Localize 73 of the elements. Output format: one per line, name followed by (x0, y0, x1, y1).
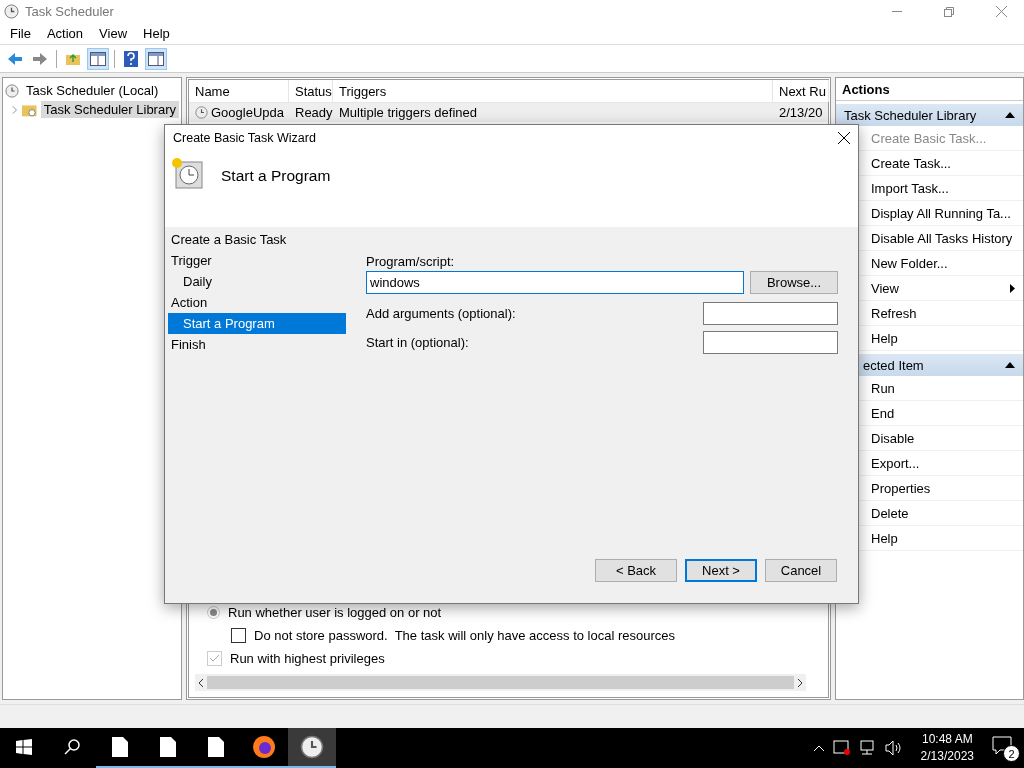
option-label: Do not store password. The task will only have access to local resources (254, 628, 675, 643)
clock-date: 2/13/2023 (920, 748, 974, 765)
table-cell[interactable]: 2/13/20 (773, 105, 829, 120)
dialog-button[interactable]: Cancel (765, 559, 837, 582)
clock-app-icon (300, 735, 324, 759)
chevron-up-icon[interactable] (812, 744, 825, 752)
windows-logo-icon[interactable] (16, 739, 32, 755)
notification-icon[interactable] (992, 736, 1012, 756)
browse-button[interactable]: Browse... (750, 271, 838, 294)
checkmark-icon (209, 654, 220, 663)
submenu-arrow-icon (1010, 283, 1015, 293)
wizard-step[interactable]: Trigger (168, 250, 346, 271)
tree-item[interactable]: Task Scheduler (Local) (23, 82, 162, 99)
document-icon (112, 737, 128, 757)
horizontal-scrollbar[interactable] (195, 674, 806, 691)
app-icon (4, 4, 19, 19)
collapse-arrow-icon[interactable] (1005, 362, 1015, 368)
clock-icon (5, 83, 19, 98)
wizard-step[interactable]: Start a Program (168, 313, 346, 334)
field-label: Program/script: (366, 252, 456, 271)
menu-item[interactable]: View (91, 26, 136, 41)
option-label: Run with highest privileges (230, 651, 385, 666)
task-icon (195, 106, 208, 119)
table-cell[interactable]: GoogleUpda (189, 105, 289, 120)
network-icon[interactable] (858, 740, 877, 756)
column-header[interactable]: Name (189, 80, 289, 102)
toolbar-button[interactable] (145, 47, 167, 70)
input-field[interactable] (703, 331, 838, 354)
toolbar-button[interactable] (87, 47, 109, 70)
field-label: Add arguments (optional): (366, 305, 516, 323)
document-icon (160, 737, 176, 757)
folder-icon (22, 102, 37, 117)
window-title: Task Scheduler (25, 4, 115, 19)
speaker-icon[interactable] (884, 740, 903, 756)
table-cell[interactable]: Multiple triggers defined (333, 105, 773, 120)
input-field[interactable] (703, 302, 838, 325)
menu-item[interactable]: File (2, 26, 39, 41)
forward-arrow-icon (32, 51, 48, 66)
column-header[interactable]: Next Ru (773, 80, 829, 102)
wizard-step[interactable]: Daily (168, 271, 346, 292)
close-icon[interactable] (838, 132, 850, 144)
wizard-clock-icon (171, 157, 203, 189)
dialog-heading: Start a Program (221, 167, 331, 185)
column-header[interactable]: Triggers (333, 80, 773, 102)
collapse-arrow-icon[interactable] (1005, 112, 1015, 118)
field-label: Start in (optional): (366, 334, 469, 352)
table-cell[interactable]: Ready (289, 105, 333, 120)
folder-up-icon (65, 51, 81, 66)
browser-icon (252, 735, 276, 759)
clock-time: 10:48 AM (921, 731, 973, 748)
input-field[interactable]: windows (366, 271, 744, 294)
taskbar-app[interactable] (288, 728, 336, 768)
wizard-step[interactable]: Action (168, 292, 346, 313)
restore-icon[interactable] (944, 6, 954, 17)
dialog-title: Create Basic Task Wizard (173, 131, 316, 145)
dialog-button[interactable]: Next > (685, 559, 757, 582)
column-header[interactable]: Status (289, 80, 333, 102)
dialog-button[interactable]: < Back (595, 559, 677, 582)
search-icon[interactable] (64, 739, 80, 755)
notification-count: 2 (1003, 745, 1020, 762)
console-tree-icon (90, 51, 106, 66)
device-icon[interactable] (832, 740, 851, 756)
tree-item[interactable]: Task Scheduler Library (40, 101, 179, 118)
menu-item[interactable]: Action (38, 26, 92, 41)
back-arrow-icon (7, 51, 23, 66)
action-pane-icon (148, 51, 164, 66)
option-label: Run whether user is logged on or not (228, 605, 442, 620)
panel-title: Actions (836, 78, 1023, 101)
document-icon (208, 737, 224, 757)
wizard-step[interactable]: Finish (168, 334, 346, 355)
wizard-step[interactable]: Create a Basic Task (168, 229, 346, 250)
help-icon (124, 50, 138, 67)
menu-item[interactable]: Help (135, 26, 178, 41)
